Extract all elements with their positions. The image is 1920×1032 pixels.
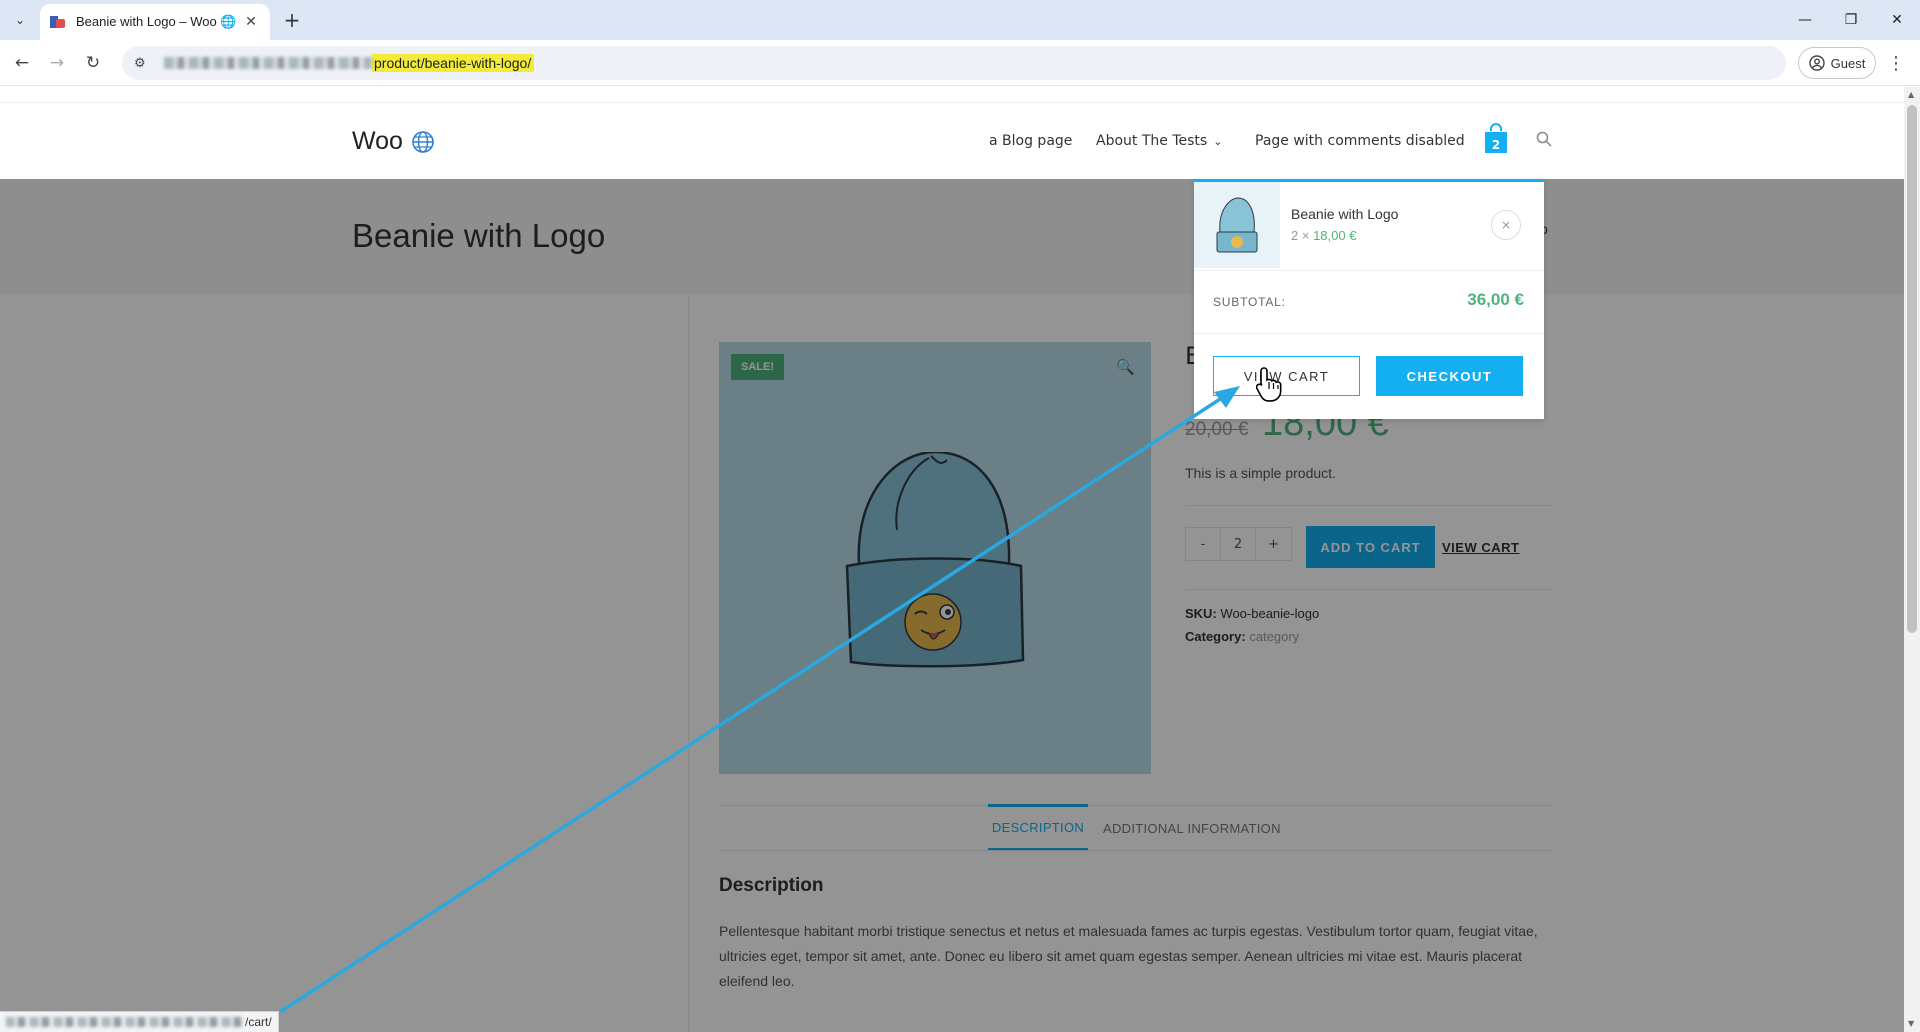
page-scrollbar[interactable]: ▲ ▼ [1904,87,1920,1032]
tab-close-icon[interactable]: ✕ [242,13,260,31]
profile-button[interactable]: Guest [1798,47,1876,79]
mini-cart-thumbnail[interactable] [1194,182,1280,268]
mini-cart-item-price: 18,00 € [1313,228,1357,243]
forward-arrow-icon[interactable]: → [44,50,70,76]
profile-icon [1808,55,1825,71]
nav-label: About The Tests [1096,133,1208,149]
remove-item-button[interactable]: × [1491,210,1521,240]
mini-cart-dropdown: Beanie with Logo 2 × 18,00 € × SUBTOTAL:… [1194,179,1544,419]
scroll-up-icon[interactable]: ▲ [1908,90,1914,99]
nav-label: a Blog page [989,133,1073,149]
top-bar [0,87,1904,103]
status-blurred-host [6,1017,244,1027]
page-viewport: Woo a Blog page About The Tests ⌄ Page wi… [0,87,1904,1032]
site-logo[interactable]: Woo [352,127,435,156]
logo-text: Woo [352,127,403,155]
scroll-down-icon[interactable]: ▼ [1908,1019,1914,1028]
checkout-button[interactable]: CHECKOUT [1376,356,1523,396]
subtotal-label: SUBTOTAL: [1213,295,1286,309]
site-settings-icon[interactable]: ⚙ [134,55,154,71]
url-blurred-host [164,57,372,69]
nav-item-about-tests[interactable]: About The Tests ⌄ [1096,103,1222,179]
nav-label: Page with comments disabled [1255,133,1465,149]
back-arrow-icon[interactable]: ← [9,50,35,76]
new-tab-button[interactable]: + [280,8,304,32]
mini-cart-item-quantity: 2 × 18,00 € [1291,228,1356,243]
address-bar[interactable]: ⚙ product/beanie-with-logo/ [122,46,1786,80]
restore-icon[interactable]: ❐ [1828,0,1874,40]
site-header: Woo a Blog page About The Tests ⌄ Page wi… [0,103,1904,179]
window-close-icon[interactable]: ✕ [1874,0,1920,40]
browser-menu-icon[interactable]: ⋮ [1886,50,1906,76]
status-url: /cart/ [245,1015,272,1029]
page-dim-overlay [0,179,1904,1032]
view-cart-button[interactable]: VIEW CART [1213,356,1360,396]
link-status-bar: /cart/ [0,1011,279,1032]
mini-cart-subtotal: SUBTOTAL: 36,00 € [1194,271,1544,334]
mini-cart-item-name[interactable]: Beanie with Logo [1291,206,1398,222]
beanie-thumb-icon [1216,197,1258,253]
chevron-down-icon: ⌄ [1213,134,1223,148]
hand-pointer-cursor-icon [1256,367,1282,402]
tab-title: Beanie with Logo – Woo 🌐 [76,14,237,29]
subtotal-value: 36,00 € [1467,290,1524,309]
search-icon[interactable] [1536,131,1552,147]
scrollbar-thumb[interactable] [1907,105,1917,633]
browser-tabstrip: ⌄ Beanie with Logo – Woo 🌐 ✕ + — ❐ ✕ [0,0,1920,40]
reload-icon[interactable]: ↻ [80,50,106,76]
globe-icon [412,130,434,153]
mini-cart-qty-times: 2 × [1291,228,1310,243]
mini-cart-item: Beanie with Logo 2 × 18,00 € × [1194,182,1544,271]
cart-count-badge: 2 [1491,138,1501,152]
browser-tab-active[interactable]: Beanie with Logo – Woo 🌐 ✕ [40,4,270,40]
profile-label: Guest [1830,55,1866,71]
browser-toolbar: ← → ↻ ⚙ product/beanie-with-logo/ Guest … [0,40,1920,86]
nav-item-comments-disabled[interactable]: Page with comments disabled [1255,103,1465,179]
site-favicon-icon [50,15,66,29]
minimize-icon[interactable]: — [1782,0,1828,40]
nav-item-blog[interactable]: a Blog page [989,103,1072,179]
tab-search-chevron-icon[interactable]: ⌄ [8,8,32,32]
url-path: product/beanie-with-logo/ [372,54,535,72]
